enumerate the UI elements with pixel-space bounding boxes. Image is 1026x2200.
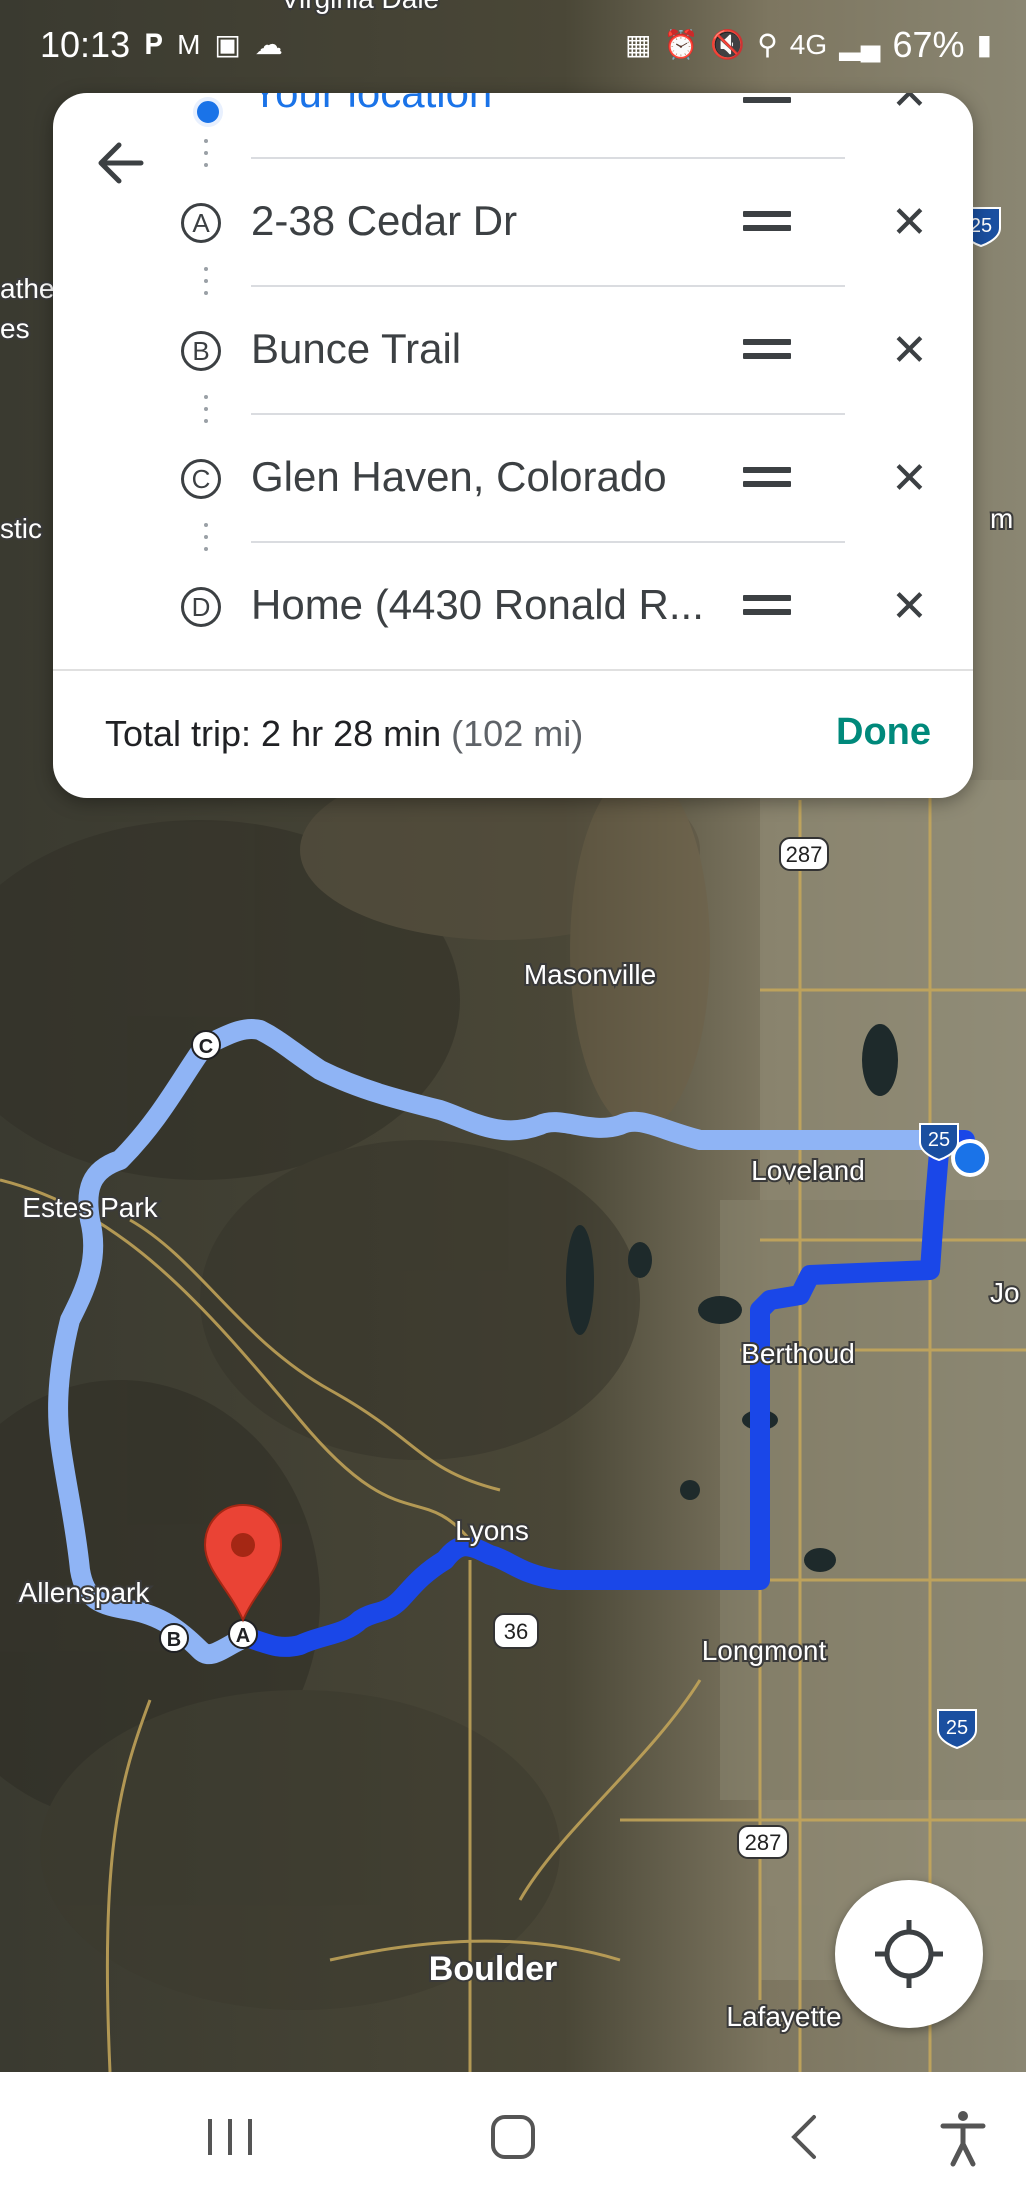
waypoint-b-marker[interactable]: B: [159, 1623, 189, 1653]
place-label: Lafayette: [726, 2001, 841, 2032]
stop-letter-icon: B: [181, 331, 221, 371]
drag-handle-icon[interactable]: [743, 467, 791, 493]
place-label: stic: [0, 513, 42, 544]
waypoint-c-marker[interactable]: C: [191, 1030, 221, 1060]
recent-apps-icon[interactable]: [195, 2104, 265, 2170]
trip-duration: Total trip: 2 hr 28 min: [105, 713, 442, 754]
place-label: m: [990, 503, 1013, 534]
stop-letter-icon: C: [181, 459, 221, 499]
stop-name[interactable]: Your location: [251, 93, 751, 117]
stop-name[interactable]: Bunce Trail: [251, 325, 751, 373]
place-label: Loveland: [751, 1155, 865, 1186]
stop-row-d[interactable]: D Home (4430 Ronald R... ✕: [53, 545, 973, 673]
highway-shield: 287: [737, 1825, 789, 1859]
svg-text:A: A: [236, 1625, 250, 1647]
stop-name[interactable]: 2-38 Cedar Dr: [251, 197, 751, 245]
place-label: Boulder: [429, 1950, 557, 1988]
divider: [251, 413, 845, 415]
gallery-icon: ▣: [214, 29, 241, 60]
alarm-icon: ⏰: [663, 29, 699, 60]
stop-row-origin[interactable]: Your location ✕: [53, 93, 973, 161]
stop-row-c[interactable]: C Glen Haven, Colorado ✕: [53, 417, 973, 545]
signal-icon: ▂▄: [839, 29, 881, 60]
gmail-icon: M: [177, 29, 201, 60]
done-button[interactable]: Done: [836, 711, 931, 754]
svg-text:B: B: [167, 1629, 181, 1651]
svg-text:C: C: [199, 1036, 213, 1058]
place-label: Longmont: [702, 1635, 827, 1666]
place-label: athe: [0, 273, 55, 304]
paypal-icon: 𝐏: [144, 29, 164, 60]
accessibility-icon[interactable]: [928, 2104, 998, 2170]
place-label: Jo: [990, 1277, 1020, 1308]
home-icon[interactable]: [478, 2104, 548, 2170]
place-label: Allenspark: [19, 1577, 151, 1608]
divider: [251, 285, 845, 287]
drag-handle-icon[interactable]: [743, 93, 791, 109]
nfc-icon: ▦: [625, 29, 652, 60]
status-bar: 10:13 𝐏 M ▣ ☁ ▦ ⏰ 🔇 ⚲ 4G ▂▄ 67% ▮: [0, 0, 1026, 90]
svg-text:36: 36: [504, 1619, 528, 1644]
mute-icon: 🔇: [710, 29, 746, 60]
waypoint-a-marker[interactable]: A: [228, 1619, 258, 1649]
back-icon[interactable]: [770, 2104, 840, 2170]
place-label: Lyons: [455, 1515, 529, 1546]
clock: 10:13: [40, 24, 131, 65]
svg-text:287: 287: [786, 842, 823, 867]
stop-row-b[interactable]: B Bunce Trail ✕: [53, 289, 973, 417]
origin-dot-icon: [193, 97, 223, 127]
remove-stop-icon[interactable]: ✕: [891, 585, 928, 629]
crosshair-icon: [875, 1920, 943, 1988]
network-type: 4G: [789, 29, 828, 60]
stop-name[interactable]: Glen Haven, Colorado: [251, 453, 751, 501]
svg-text:25: 25: [928, 1129, 950, 1151]
remove-stop-icon[interactable]: ✕: [891, 329, 928, 373]
drag-handle-icon[interactable]: [743, 339, 791, 365]
svg-text:25: 25: [970, 215, 992, 237]
divider: [251, 541, 845, 543]
trip-summary-text: Total trip: 2 hr 28 min (102 mi): [105, 713, 583, 755]
stop-name[interactable]: Home (4430 Ronald R...: [251, 581, 751, 629]
divider: [251, 157, 845, 159]
trip-distance: (102 mi): [451, 713, 584, 754]
drag-handle-icon[interactable]: [743, 595, 791, 621]
svg-text:25: 25: [946, 1717, 968, 1739]
battery-icon: ▮: [976, 29, 992, 60]
place-label: Berthoud: [741, 1338, 855, 1369]
highway-shield: 287: [779, 837, 829, 871]
stop-letter-icon: D: [181, 587, 221, 627]
directions-panel: Your location ✕ A 2-38 Cedar Dr ✕ B Bunc…: [53, 93, 973, 798]
cloud-icon: ☁: [254, 29, 283, 60]
remove-stop-icon[interactable]: ✕: [891, 201, 928, 245]
place-label: Masonville: [524, 959, 656, 990]
remove-stop-icon[interactable]: ✕: [891, 93, 928, 117]
my-location-button[interactable]: [835, 1880, 983, 2028]
svg-text:287: 287: [745, 1830, 782, 1855]
remove-stop-icon[interactable]: ✕: [891, 457, 928, 501]
place-label: Estes Park: [22, 1192, 158, 1223]
trip-summary: Total trip: 2 hr 28 min (102 mi) Done: [53, 669, 973, 798]
system-nav-bar: [0, 2072, 1026, 2200]
stop-row-a[interactable]: A 2-38 Cedar Dr ✕: [53, 161, 973, 289]
highway-shield: 36: [493, 1613, 539, 1649]
stop-letter-icon: A: [181, 203, 221, 243]
location-icon: ⚲: [757, 29, 778, 60]
battery-percent: 67%: [892, 24, 965, 65]
drag-handle-icon[interactable]: [743, 211, 791, 237]
place-label: es: [0, 313, 30, 344]
